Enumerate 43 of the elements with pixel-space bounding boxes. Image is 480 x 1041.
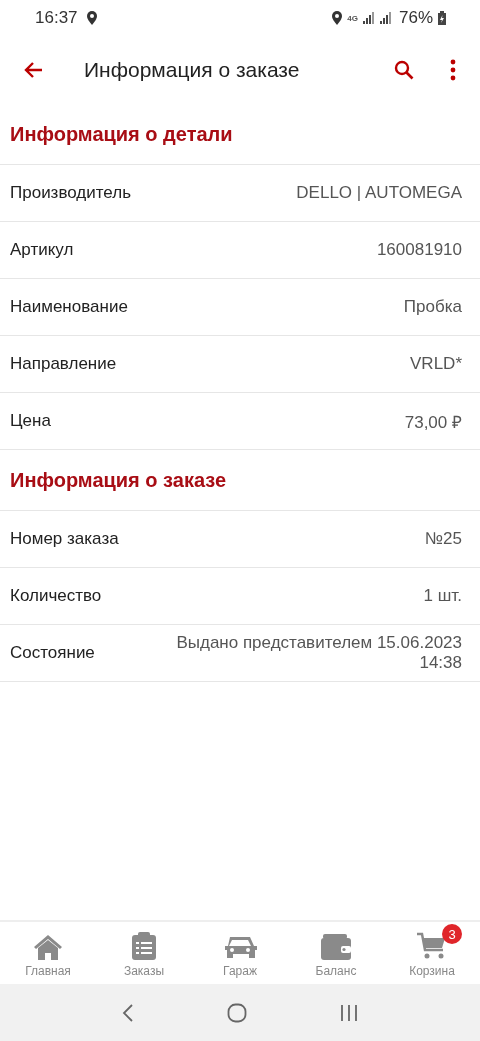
home-tab[interactable]: Главная [0, 922, 96, 984]
field-label: Направление [10, 354, 117, 374]
network-type: 4G [347, 13, 358, 23]
back-icon[interactable] [121, 1002, 134, 1023]
recent-apps-icon[interactable] [340, 1003, 359, 1022]
field-value: 1 шт. [423, 585, 462, 607]
search-icon[interactable] [392, 58, 416, 82]
field-value: №25 [424, 528, 462, 550]
cart-icon [417, 932, 447, 960]
section-heading: Информация о детали [0, 104, 480, 165]
field-value: Пробка [403, 296, 462, 318]
car-icon [223, 934, 257, 960]
cart-tab[interactable]: 3 Корзина [384, 922, 480, 984]
clipboard-icon [132, 932, 156, 960]
section-heading: Информация о заказе [0, 450, 480, 511]
field-value: VRLD* [410, 353, 462, 375]
more-options-icon[interactable] [450, 59, 456, 81]
house-icon [33, 934, 63, 960]
wallet-icon [321, 934, 351, 960]
field-label: Количество [10, 586, 102, 606]
signal-icon [362, 12, 375, 24]
field-label: Наименование [10, 297, 128, 317]
field-label: Состояние [10, 643, 95, 663]
battery-level: 76% [398, 8, 433, 28]
field-label: Цена [10, 411, 51, 431]
location-icon [86, 11, 97, 25]
field-label: Производитель [10, 183, 132, 203]
orders-tab[interactable]: Заказы [96, 922, 192, 984]
field-value: 73,00 ₽ [404, 411, 462, 434]
location-icon [332, 11, 343, 25]
field-value: 160081910 [376, 239, 462, 261]
status-time: 16:37 [35, 8, 78, 28]
balance-tab[interactable]: Баланс [288, 922, 384, 984]
signal-icon [379, 12, 392, 24]
cart-count-badge: 3 [442, 924, 462, 944]
field-value: Выдано представителем 15.06.2023 14:38 [175, 632, 462, 674]
battery-icon [438, 11, 446, 25]
field-label: Артикул [10, 240, 74, 260]
screen-title: Информация о заказе [84, 58, 301, 82]
field-label: Номер заказа [10, 529, 119, 549]
field-value: DELLO | AUTOMEGA [296, 182, 462, 204]
home-button-icon[interactable] [227, 1002, 247, 1023]
garage-tab[interactable]: Гараж [192, 922, 288, 984]
